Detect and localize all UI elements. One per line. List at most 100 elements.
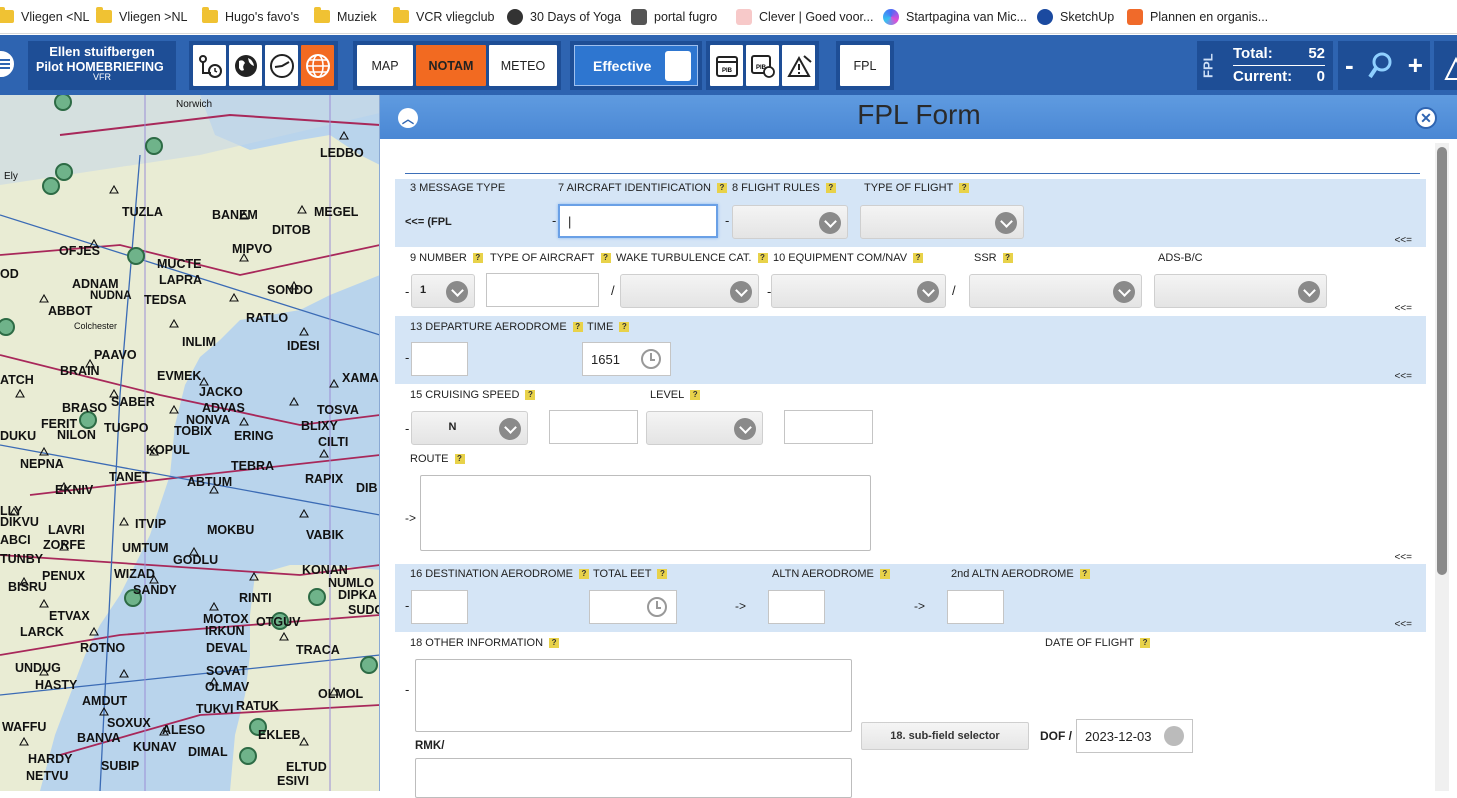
equipment-select[interactable] xyxy=(771,274,946,308)
help-icon[interactable]: ? xyxy=(825,183,836,193)
help-icon[interactable]: ? xyxy=(657,569,668,579)
portal-icon xyxy=(631,8,647,25)
effective-toggle[interactable]: Effective xyxy=(574,45,699,86)
user-info: Ellen stuifbergen Pilot HOMEBRIEFING VFR xyxy=(28,41,176,90)
cruise-speed-input[interactable] xyxy=(549,410,638,444)
help-icon[interactable]: ? xyxy=(690,390,701,400)
bookmark-sketchup[interactable]: SketchUp xyxy=(1037,0,1114,34)
bookmark-muziek[interactable]: Muziek xyxy=(314,0,377,34)
help-icon[interactable]: ? xyxy=(1002,253,1013,263)
clock-icon[interactable] xyxy=(641,349,661,369)
help-icon[interactable]: ? xyxy=(959,183,970,193)
fpl-group: FPL xyxy=(836,41,894,90)
fpl-button[interactable]: FPL xyxy=(840,45,890,86)
help-icon[interactable]: ? xyxy=(619,322,630,332)
effective-group: Effective xyxy=(570,41,703,90)
back-marker: <<= xyxy=(1394,552,1412,563)
help-icon[interactable]: ? xyxy=(1079,569,1090,579)
map-tab[interactable]: MAP xyxy=(357,45,413,86)
globe-button[interactable] xyxy=(229,45,262,86)
folder-icon xyxy=(393,7,409,23)
search-icon[interactable] xyxy=(1368,51,1394,81)
pib-calendar-icon: PIB xyxy=(715,55,738,77)
other-info-textarea[interactable] xyxy=(415,659,852,732)
main-menu-button[interactable] xyxy=(0,49,16,79)
bookmark-hugos-favos[interactable]: Hugo's favo's xyxy=(202,0,299,34)
close-button[interactable]: ✕ xyxy=(1415,107,1437,129)
wake-turbulence-select[interactable] xyxy=(620,274,759,308)
aircraft-id-input[interactable]: | xyxy=(558,204,718,238)
bookmark-plannen[interactable]: Plannen en organis... xyxy=(1127,0,1268,34)
flight-rules-select[interactable] xyxy=(732,205,848,239)
help-icon[interactable]: ? xyxy=(525,390,536,400)
extra-tool[interactable] xyxy=(1434,41,1457,90)
gauge-button[interactable] xyxy=(265,45,298,86)
departure-aerodrome-input[interactable] xyxy=(411,342,468,376)
bookmark-yoga[interactable]: 30 Days of Yoga xyxy=(507,0,621,34)
level-select[interactable] xyxy=(646,411,763,445)
altn2-aerodrome-input[interactable] xyxy=(947,590,1004,624)
help-icon[interactable]: ? xyxy=(1140,638,1151,648)
panel-title: FPL Form xyxy=(857,99,981,130)
calendar-icon[interactable] xyxy=(1164,726,1184,746)
meteo-tab[interactable]: METEO xyxy=(489,45,557,86)
help-icon[interactable]: ? xyxy=(913,253,924,263)
aeronautical-map[interactable]: Norwich LEDBO Ely TUZLA BANEM MEGEL DITO… xyxy=(0,95,380,791)
scrollbar-thumb[interactable] xyxy=(1437,147,1447,575)
type-of-flight-select[interactable] xyxy=(860,205,1024,239)
help-icon[interactable]: ? xyxy=(472,253,483,263)
row-message-aircraft: 3 MESSAGE TYPE 7 AIRCRAFT IDENTIFICATION… xyxy=(395,179,1426,247)
chevron-down-icon xyxy=(734,418,756,440)
form-divider xyxy=(405,173,1420,174)
rmk-label: RMK/ xyxy=(415,740,445,752)
toggle-switch[interactable] xyxy=(665,50,692,81)
notam-tab[interactable]: NOTAM xyxy=(416,45,486,86)
gauge-icon xyxy=(269,53,294,78)
help-icon[interactable]: ? xyxy=(757,253,768,263)
bookmark-vliegen-nl-out[interactable]: Vliegen >NL xyxy=(96,0,187,34)
pib-button[interactable]: PIB xyxy=(710,45,743,86)
bookmark-portal-fugro[interactable]: portal fugro xyxy=(631,0,717,34)
zoom-controls: - + xyxy=(1338,41,1430,90)
route-textarea[interactable] xyxy=(420,475,871,551)
level-input[interactable] xyxy=(784,410,873,444)
cruise-unit-select[interactable]: N xyxy=(411,411,528,445)
bookmark-vliegen-nl-in[interactable]: Vliegen <NL xyxy=(0,0,89,34)
web-globe-button[interactable] xyxy=(301,45,334,86)
help-icon[interactable]: ? xyxy=(454,454,465,464)
warning-flight-button[interactable] xyxy=(782,45,815,86)
zoom-out-button[interactable]: - xyxy=(1345,50,1354,81)
help-icon[interactable]: ? xyxy=(549,638,560,648)
altn-aerodrome-input[interactable] xyxy=(768,590,825,624)
panel-scrollbar[interactable] xyxy=(1435,143,1449,791)
help-icon[interactable]: ? xyxy=(600,253,611,263)
aircraft-type-input[interactable] xyxy=(486,273,599,307)
chevron-down-icon xyxy=(730,281,752,303)
fpl-counter: FPL Total: 52 Current: 0 xyxy=(1197,41,1333,90)
help-icon[interactable]: ? xyxy=(717,183,727,193)
help-icon[interactable]: ? xyxy=(579,569,589,579)
bookmark-startpagina[interactable]: Startpagina van Mic... xyxy=(883,0,1027,34)
bookmark-clever[interactable]: Clever | Goed voor... xyxy=(736,0,873,34)
chevron-down-icon xyxy=(1298,281,1320,303)
number-select[interactable]: 1 xyxy=(411,274,475,308)
chevron-down-icon xyxy=(499,418,521,440)
bookmark-vcr-vliegclub[interactable]: VCR vliegclub xyxy=(393,0,495,34)
clock-icon[interactable] xyxy=(647,597,667,617)
help-icon[interactable]: ? xyxy=(879,569,890,579)
current-count: 0 xyxy=(1316,68,1325,85)
pib-time-button[interactable]: PIB xyxy=(746,45,779,86)
zoom-in-button[interactable]: + xyxy=(1408,50,1423,81)
back-marker: <<= xyxy=(1394,235,1412,246)
route-tool-button[interactable] xyxy=(193,45,226,86)
adsbc-select[interactable] xyxy=(1154,274,1327,308)
globe-icon xyxy=(234,54,257,77)
rmk-textarea[interactable] xyxy=(415,758,852,798)
subfield-selector-button[interactable]: 18. sub-field selector xyxy=(861,722,1029,750)
pib-group: PIB PIB xyxy=(706,41,819,90)
help-icon[interactable]: ? xyxy=(572,322,583,332)
destination-aerodrome-input[interactable] xyxy=(411,590,468,624)
warning-icon xyxy=(1444,56,1457,80)
ssr-select[interactable] xyxy=(969,274,1142,308)
fpl-form: 3 MESSAGE TYPE 7 AIRCRAFT IDENTIFICATION… xyxy=(395,153,1426,798)
